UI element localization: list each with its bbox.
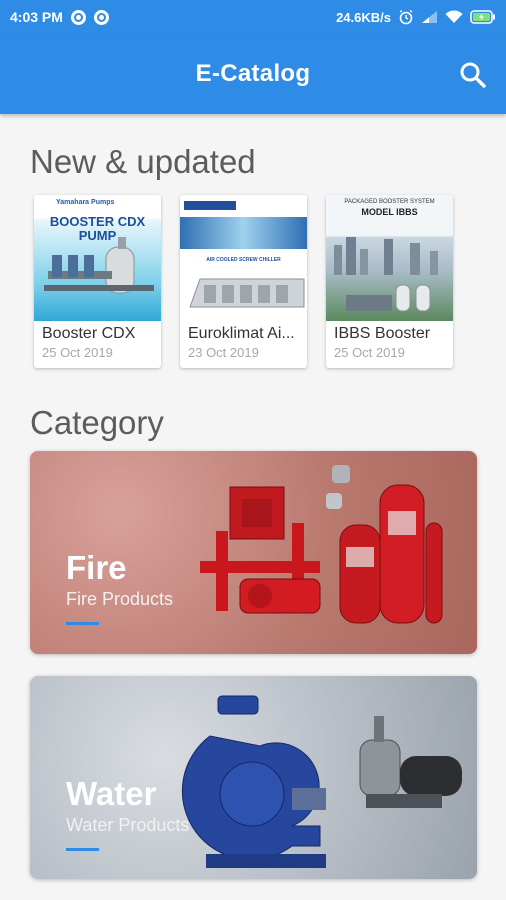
wifi-icon (445, 10, 463, 23)
network-speed: 24.6KB/s (336, 9, 391, 25)
category-subtitle: Fire Products (66, 589, 174, 609)
category-title: Fire (66, 549, 127, 586)
section-title-category: Category (30, 404, 164, 441)
catalog-date: 25 Oct 2019 (42, 345, 113, 360)
app-title: E-Catalog (195, 60, 311, 87)
section-title-new: New & updated (30, 143, 256, 180)
city-booster-image (334, 237, 438, 312)
battery-charging-icon (470, 10, 495, 24)
catalog-date: 25 Oct 2019 (334, 345, 405, 360)
catalog-card[interactable]: AIR COOLED SCREW CHILLER Euroklimat Ai..… (180, 195, 307, 368)
category-fire[interactable]: Fire Fire Products (30, 451, 477, 654)
catalog-card[interactable]: Yamahara Pumps BOOSTER CDX PUMP Booster … (34, 195, 161, 368)
catalog-name: IBBS Booster (334, 325, 431, 342)
notification-circle-icon (93, 9, 109, 25)
notification-circle-icon (70, 9, 86, 25)
signal-icon (422, 11, 437, 23)
status-left: 4:03 PM (10, 9, 109, 25)
catalog-name: Booster CDX (42, 325, 136, 342)
alarm-icon (399, 9, 413, 25)
category-title: Water (66, 775, 157, 812)
category-water[interactable]: Water Water Products (30, 676, 477, 879)
catalog-date: 23 Oct 2019 (188, 345, 259, 360)
catalog-carousel: Yamahara Pumps BOOSTER CDX PUMP Booster … (34, 195, 453, 368)
catalog-thumbnail: PACKAGED BOOSTER SYSTEM MODEL IBBS (326, 195, 453, 321)
chiller-image (189, 278, 305, 308)
search-icon[interactable] (458, 60, 488, 90)
catalog-name: Euroklimat Ai... (188, 325, 295, 342)
status-right: 24.6KB/s (336, 9, 496, 25)
catalog-thumbnail: AIR COOLED SCREW CHILLER (180, 195, 307, 321)
status-time: 4:03 PM (10, 9, 63, 25)
catalog-thumbnail: Yamahara Pumps BOOSTER CDX PUMP (34, 195, 161, 321)
catalog-card[interactable]: PACKAGED BOOSTER SYSTEM MODEL IBBS IBBS … (326, 195, 453, 368)
status-bar: 4:03 PM 24.6KB/s (0, 0, 506, 34)
category-subtitle: Water Products (66, 815, 190, 835)
app-bar: E-Catalog (0, 34, 506, 114)
category-underline (66, 848, 99, 851)
category-underline (66, 622, 99, 625)
booster-pump-image (44, 237, 154, 294)
